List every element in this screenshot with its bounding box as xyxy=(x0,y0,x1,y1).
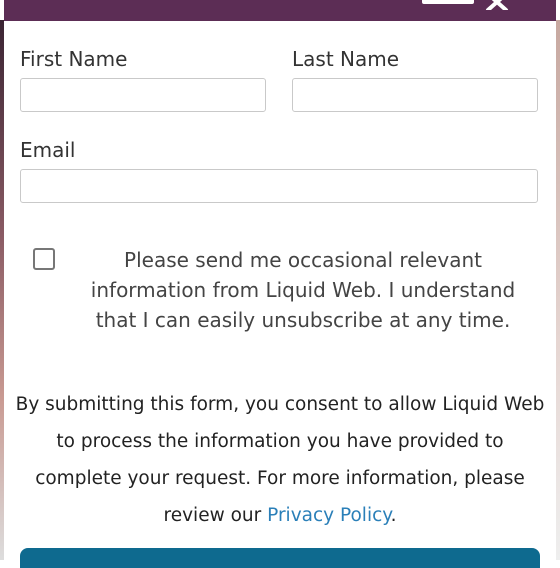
first-name-field[interactable] xyxy=(20,78,266,112)
close-icon[interactable] xyxy=(485,0,509,10)
submit-button[interactable] xyxy=(20,548,540,568)
disclaimer-period: . xyxy=(390,505,397,526)
privacy-policy-link[interactable]: Privacy Policy xyxy=(267,505,390,526)
last-name-label: Last Name xyxy=(292,47,400,71)
last-name-field[interactable] xyxy=(292,78,538,112)
consent-checkbox[interactable] xyxy=(33,248,55,270)
background-right xyxy=(556,20,560,560)
signup-modal: First Name Last Name Email Please send m… xyxy=(4,0,556,568)
consent-text: Please send me occasional relevant infor… xyxy=(90,248,516,332)
header-logo xyxy=(422,0,474,4)
email-field[interactable] xyxy=(20,169,538,203)
first-name-label: First Name xyxy=(20,47,128,71)
email-label: Email xyxy=(20,138,76,162)
modal-header xyxy=(4,0,556,21)
privacy-disclaimer: By submitting this form, you consent to … xyxy=(14,386,546,534)
